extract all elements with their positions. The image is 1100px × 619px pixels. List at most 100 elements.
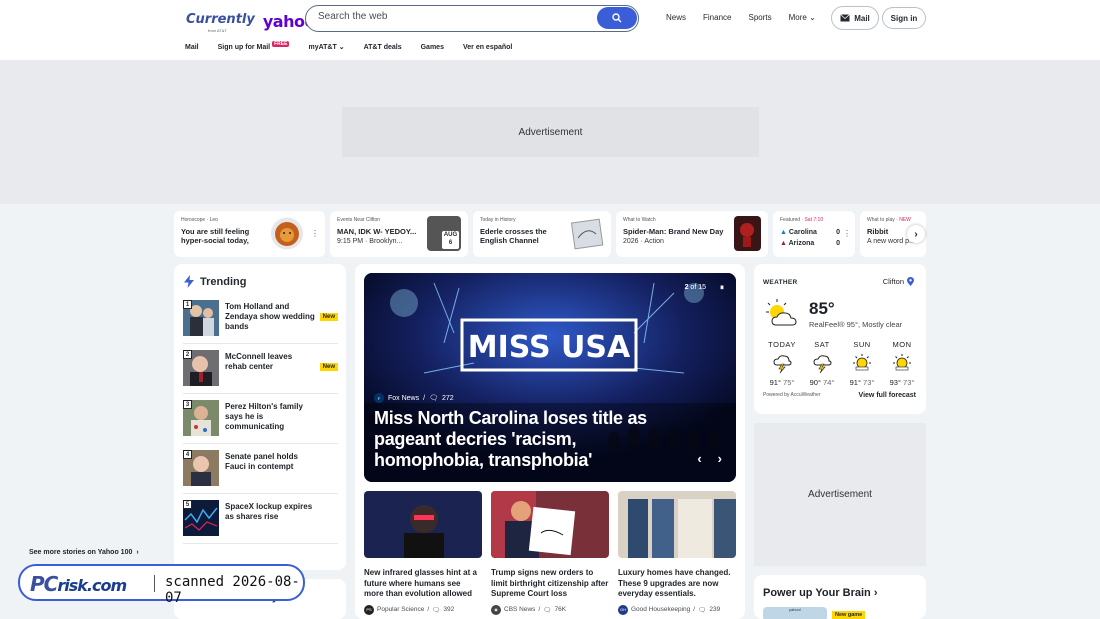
mail-button[interactable]: Mail bbox=[831, 6, 879, 30]
subnav-mail[interactable]: Mail bbox=[185, 43, 199, 51]
more-options-icon[interactable]: ⋮ bbox=[311, 229, 319, 238]
story-card[interactable]: Luxury homes have changed. These 9 upgra… bbox=[618, 491, 736, 615]
game-logo-text: yahoo! bbox=[788, 607, 801, 612]
nav-sports[interactable]: Sports bbox=[748, 13, 771, 22]
good-housekeeping-icon: GH bbox=[618, 604, 628, 615]
see-more-link[interactable]: See more stories on Yahoo 100 › bbox=[29, 549, 139, 556]
team-2: ▲ Arizona bbox=[780, 238, 814, 249]
story-card[interactable]: Trump signs new orders to limit birthrig… bbox=[491, 491, 609, 615]
current-temperature: 85° bbox=[809, 299, 835, 318]
new-game-badge: New game bbox=[832, 611, 866, 619]
powered-by[interactable]: Powered by AccuWeather bbox=[763, 392, 820, 398]
logo-pc: PC bbox=[30, 572, 58, 596]
story-title: New infrared glasses hint at a future wh… bbox=[364, 568, 477, 598]
new-badge: New bbox=[319, 363, 338, 371]
card-watch[interactable]: What to Watch Spider-Man: Brand New Day … bbox=[616, 211, 768, 257]
forecast-day-name: TODAY bbox=[768, 340, 796, 349]
team-1-name: Carolina bbox=[788, 229, 817, 236]
score-1: 0 bbox=[836, 229, 840, 236]
story-title: Luxury homes have changed. These 9 upgra… bbox=[618, 568, 731, 598]
card-history[interactable]: Today in History Ederle crosses the Engl… bbox=[473, 211, 611, 257]
hero-story[interactable]: MISS USA 2 of 15 ⏸ F Fox News / 🗨 272 Mi… bbox=[364, 273, 736, 482]
card-featured-game[interactable]: Featured · Sat 7:10 ▲ Carolina 0 ▲ Arizon… bbox=[773, 211, 855, 257]
card-kicker: What to play · NEW bbox=[867, 217, 911, 223]
subnav-games[interactable]: Games bbox=[421, 43, 444, 51]
carousel-next-button[interactable]: › bbox=[907, 225, 925, 243]
game-time: Sat 7:10 bbox=[804, 217, 824, 223]
score-row: ▲ Arizona 0 bbox=[780, 238, 840, 249]
search-input[interactable] bbox=[318, 11, 588, 22]
chevron-right-icon: › bbox=[873, 587, 878, 599]
watermark-overlay: PCrisk.com scanned 2026-08-07 bbox=[18, 564, 305, 606]
forecast-day-name: SUN bbox=[853, 340, 871, 349]
nav-more-label: More bbox=[788, 13, 807, 22]
story-meta: PS Popular Science / 🗨 392 bbox=[364, 604, 482, 615]
free-badge: FREE bbox=[272, 41, 290, 47]
pause-icon[interactable]: ⏸ bbox=[720, 283, 724, 293]
lightning-icon bbox=[184, 275, 194, 288]
game-thumbnail[interactable]: yahoo! bbox=[763, 607, 827, 619]
divider bbox=[183, 493, 338, 494]
story-comments: 392 bbox=[443, 606, 455, 613]
movie-poster bbox=[734, 216, 761, 251]
weather-widget: WEATHER Clifton 85° RealFeel® 95°, Mostl… bbox=[754, 264, 926, 414]
forecast-lo: 75° bbox=[783, 378, 795, 387]
subnav-signup-label: Sign up for Mail bbox=[217, 43, 271, 51]
card-kicker: Featured · Sat 7:10 bbox=[780, 217, 823, 223]
event-thumbnail: AUG 6 bbox=[427, 216, 461, 251]
subnav-myatt[interactable]: myAT&T ⌄ bbox=[308, 43, 345, 52]
subnav-spanish[interactable]: Ver en español bbox=[463, 43, 512, 51]
subnav-deals[interactable]: AT&T deals bbox=[364, 43, 402, 51]
prev-arrow-icon[interactable]: ‹ bbox=[697, 451, 701, 466]
card-horoscope[interactable]: Horoscope · Leo You are still feeling hy… bbox=[174, 211, 325, 257]
story-source: Good Housekeeping bbox=[631, 606, 691, 613]
forecast-day: SAT 90° 74° bbox=[802, 340, 842, 387]
nav-more[interactable]: More ⌄ bbox=[789, 13, 816, 22]
search-icon bbox=[612, 13, 622, 23]
card-events[interactable]: Events Near Clifton MAN, IDK W- YEDOY...… bbox=[330, 211, 468, 257]
ad-label-top[interactable]: Advertisement bbox=[342, 107, 759, 157]
event-date: AUG 6 bbox=[442, 231, 459, 249]
comment-icon: 🗨 bbox=[429, 395, 438, 402]
comment-icon: 🗨 bbox=[543, 606, 552, 614]
forecast-hi: 93° bbox=[889, 378, 901, 387]
brain-title[interactable]: Power up Your Brain › bbox=[763, 587, 878, 599]
hero-headline[interactable]: Miss North Carolina loses title as pagea… bbox=[374, 408, 674, 471]
forecast-day: SUN 91° 73° bbox=[842, 340, 882, 387]
next-arrow-icon[interactable]: › bbox=[718, 451, 722, 466]
ad-right[interactable]: Advertisement bbox=[754, 423, 926, 566]
chevron-down-icon: ⌄ bbox=[809, 13, 816, 22]
divider bbox=[183, 343, 338, 344]
story-image bbox=[618, 491, 736, 558]
lion-icon bbox=[271, 217, 303, 250]
card-sub: 9:15 PM · Brooklyn... bbox=[337, 238, 403, 245]
envelope-icon bbox=[840, 14, 850, 22]
nav-finance[interactable]: Finance bbox=[703, 13, 731, 22]
more-options-icon[interactable]: ⋮ bbox=[843, 229, 851, 238]
search-button[interactable] bbox=[597, 7, 637, 29]
forecast-day: TODAY 91° 75° bbox=[762, 340, 802, 387]
separator: / bbox=[423, 394, 426, 402]
view-forecast-link[interactable]: View full forecast bbox=[859, 392, 916, 399]
kicker-label: Featured · bbox=[780, 217, 805, 223]
trending-rank: 2 bbox=[183, 350, 192, 359]
trending-text: McConnell leaves rehab center bbox=[225, 352, 293, 371]
sign-in-button[interactable]: Sign in bbox=[882, 7, 926, 29]
team-logo-icon: ▲ bbox=[780, 229, 787, 236]
card-title: You are still feeling hyper-social today… bbox=[181, 227, 250, 245]
trending-text: Senate panel holds Fauci in contempt bbox=[225, 452, 298, 471]
slide-current: 2 bbox=[684, 284, 689, 291]
site-logo[interactable]: Currently from AT&T yahoo! bbox=[186, 10, 322, 33]
chevron-down-icon: ⌄ bbox=[338, 44, 345, 51]
story-meta: ◉ CBS News / 🗨 76K bbox=[491, 604, 609, 615]
weather-location[interactable]: Clifton bbox=[883, 277, 914, 286]
search-box bbox=[305, 5, 639, 32]
popular-science-icon: PS bbox=[364, 604, 374, 615]
nav-news[interactable]: News bbox=[666, 13, 686, 22]
trending-rank: 5 bbox=[183, 500, 192, 509]
story-card[interactable]: New infrared glasses hint at a future wh… bbox=[364, 491, 482, 615]
forecast-day: MON 93° 73° bbox=[882, 340, 922, 387]
forecast-lo: 74° bbox=[823, 378, 835, 387]
trending-header: Trending bbox=[184, 275, 246, 288]
subnav-signup[interactable]: Sign up for Mail FREE bbox=[217, 41, 290, 51]
